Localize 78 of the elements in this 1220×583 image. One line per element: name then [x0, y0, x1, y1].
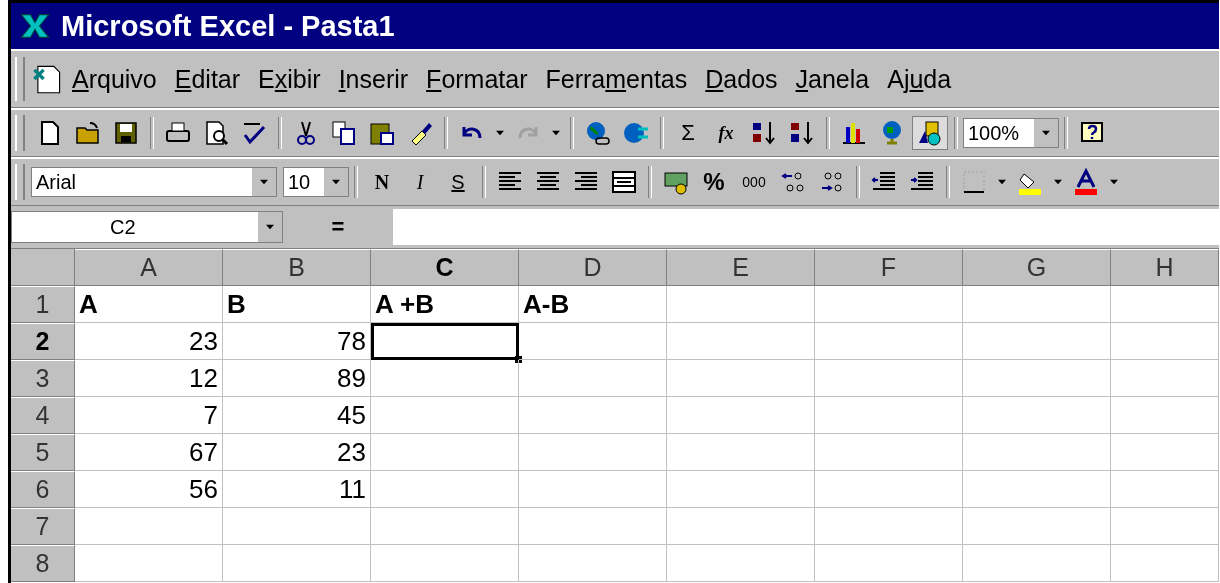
- font-color-icon: [1072, 168, 1100, 196]
- caret-icon: [1053, 178, 1063, 186]
- zoom-dropdown[interactable]: 100%: [963, 118, 1059, 148]
- font-style-button[interactable]: S: [440, 165, 476, 199]
- copy-icon: [330, 119, 358, 147]
- sort-ascending-icon: [750, 119, 778, 147]
- paste-function-button[interactable]: fx: [708, 116, 744, 150]
- column-header[interactable]: B: [223, 249, 371, 286]
- hyperlink-globe-icon: [584, 119, 612, 147]
- table-cell: 45: [223, 397, 371, 434]
- autosum-button[interactable]: Σ: [670, 116, 706, 150]
- row-header[interactable]: 6: [11, 471, 75, 508]
- menu-item[interactable]: Arquivo: [63, 64, 166, 94]
- table-cell: 7: [75, 397, 223, 434]
- toolbar-grip[interactable]: [15, 163, 25, 201]
- table-cell: A-B: [519, 286, 667, 323]
- save-icon: [112, 119, 140, 147]
- menu-item[interactable]: Ajuda: [878, 64, 961, 94]
- menu-item[interactable]: Ferramentas: [536, 64, 697, 94]
- table-cell: A: [75, 286, 223, 323]
- drawing-shapes-button[interactable]: [912, 116, 948, 150]
- caret-icon: [1109, 178, 1119, 186]
- table-cell: A +B: [371, 286, 519, 323]
- menu-item[interactable]: Editar: [165, 64, 250, 94]
- open-folder-icon: [74, 119, 102, 147]
- toolbar-grip[interactable]: [15, 56, 25, 102]
- window-title: Microsoft Excel - Pasta1: [61, 9, 395, 43]
- column-header[interactable]: G: [963, 249, 1111, 286]
- comma-style-button[interactable]: 000: [734, 165, 774, 199]
- row-header[interactable]: 3: [11, 360, 75, 397]
- formula-equals-sign[interactable]: =: [283, 214, 393, 240]
- formula-input[interactable]: [393, 209, 1219, 245]
- caret-icon: [1041, 129, 1051, 137]
- table-cell: 67: [75, 434, 223, 471]
- table-cell: 56: [75, 471, 223, 508]
- row-header[interactable]: 4: [11, 397, 75, 434]
- caret-icon: [997, 178, 1007, 186]
- column-header[interactable]: E: [667, 249, 815, 286]
- row-header[interactable]: 2: [11, 323, 75, 360]
- caret-icon: [495, 129, 505, 137]
- workbook-icon: [31, 63, 63, 95]
- row-header[interactable]: 8: [11, 545, 75, 582]
- column-header[interactable]: F: [815, 249, 963, 286]
- row-header[interactable]: 5: [11, 434, 75, 471]
- table-cell: 11: [223, 471, 371, 508]
- font-style-button[interactable]: I: [402, 165, 438, 199]
- column-header[interactable]: D: [519, 249, 667, 286]
- borders-icon: [960, 168, 988, 196]
- table-cell: 12: [75, 360, 223, 397]
- menu-item[interactable]: Dados: [696, 64, 787, 94]
- table-cell: 23: [75, 323, 223, 360]
- menu-item[interactable]: Inserir: [329, 64, 418, 94]
- menu-item[interactable]: Janela: [786, 64, 879, 94]
- table-cell: 78: [223, 323, 371, 360]
- menu-item[interactable]: Formatar: [417, 64, 537, 94]
- column-header[interactable]: A: [75, 249, 223, 286]
- sort-descending-icon: [788, 119, 816, 147]
- table-cell: 89: [223, 360, 371, 397]
- table-cell: 23: [223, 434, 371, 471]
- drawing-shapes-icon: [916, 119, 944, 147]
- caret-icon: [331, 178, 341, 186]
- name-box[interactable]: C2: [11, 211, 283, 243]
- caret-icon: [259, 178, 269, 186]
- column-header[interactable]: C: [371, 249, 519, 286]
- column-header[interactable]: H: [1111, 249, 1219, 286]
- font-style-button[interactable]: N: [364, 165, 400, 199]
- table-cell: B: [223, 286, 371, 323]
- row-header[interactable]: 1: [11, 286, 75, 323]
- font-dropdown[interactable]: Arial: [31, 167, 277, 197]
- row-header[interactable]: 7: [11, 508, 75, 545]
- caret-icon: [551, 129, 561, 137]
- fill-handle[interactable]: [515, 356, 522, 363]
- caret-icon: [265, 223, 275, 231]
- merge-center-icon: [610, 168, 638, 196]
- toolbar-grip[interactable]: [15, 114, 25, 152]
- menu-item[interactable]: Exibir: [249, 64, 330, 94]
- percent-style-button[interactable]: %: [696, 165, 732, 199]
- font-size-dropdown[interactable]: 10: [283, 167, 349, 197]
